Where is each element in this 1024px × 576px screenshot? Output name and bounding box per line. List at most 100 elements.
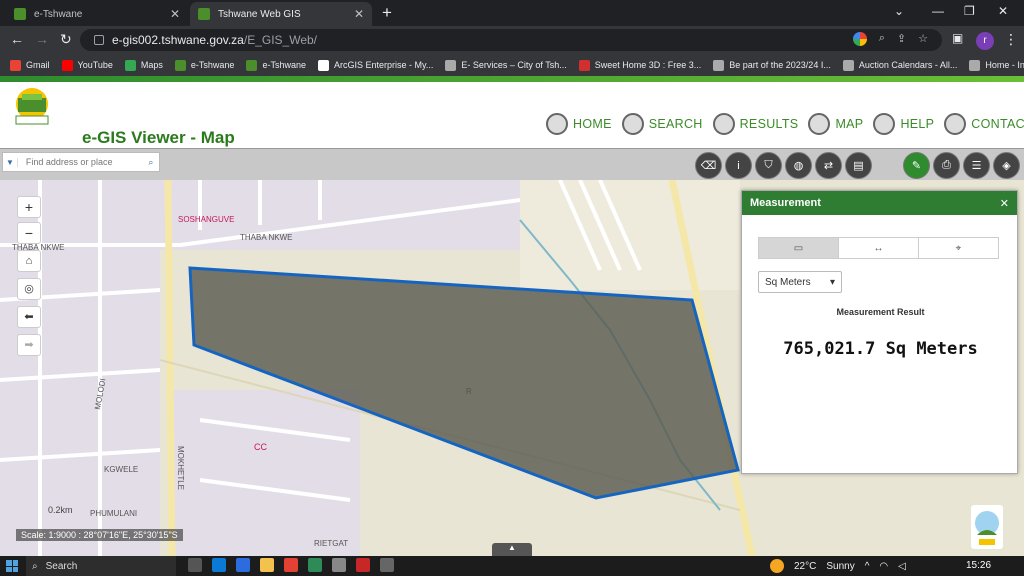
minimize-icon[interactable]: — [932, 4, 944, 18]
system-tray: 22°C Sunny ^ ◠ ◁ [770, 559, 906, 573]
bookmark-etshwane[interactable]: e-Tshwane [174, 59, 234, 71]
bookmark-auction[interactable]: Auction Calendars - All... [842, 59, 957, 71]
start-icon[interactable] [6, 560, 18, 572]
bookmark-bepart[interactable]: Be part of the 2023/24 I... [713, 59, 831, 71]
back-icon[interactable]: ← [10, 31, 24, 47]
taskbar-search[interactable]: ⌕ Search [26, 556, 176, 576]
legend-icon[interactable]: ☰ [963, 152, 990, 179]
browser-tab-webgis[interactable]: Tshwane Web GIS ✕ [190, 2, 372, 26]
close-window-icon[interactable]: ✕ [998, 4, 1008, 18]
home-extent-icon[interactable]: ⌂ [17, 250, 41, 272]
tray-chevron-icon[interactable]: ^ [865, 561, 870, 572]
new-tab-button[interactable]: + [382, 3, 392, 23]
attribute-table-icon[interactable]: ▤ [845, 152, 872, 179]
bookmarks-icon[interactable]: ⛉ [755, 152, 782, 179]
volume-icon[interactable]: ◁ [898, 561, 906, 572]
location-tool-icon[interactable]: ⌖ [919, 238, 998, 258]
basemap-gallery-icon[interactable]: ◍ [785, 152, 812, 179]
sunny-weather-icon [770, 559, 784, 573]
bookmark-maps[interactable]: Maps [124, 59, 163, 71]
sidebar-icon[interactable]: ▣ [952, 31, 963, 45]
print-icon[interactable]: ⎙ [933, 152, 960, 179]
nav-results[interactable]: RESULTS [712, 113, 799, 135]
profile-avatar[interactable]: r [976, 32, 994, 50]
maps-icon [124, 59, 136, 71]
edge-icon[interactable] [212, 558, 226, 572]
weather-desc[interactable]: Sunny [826, 561, 854, 572]
contact-icon [944, 113, 967, 135]
task-view-icon[interactable] [188, 558, 202, 572]
share-icon[interactable]: ⇪ [897, 32, 906, 46]
bookmark-arcgis[interactable]: ArcGIS Enterprise - My... [317, 59, 433, 71]
nav-home[interactable]: HOME [546, 113, 612, 135]
map-label-phumulani: PHUMULANI [90, 509, 137, 518]
zoom-out-button[interactable]: − [17, 222, 41, 244]
file-explorer-icon[interactable] [260, 558, 274, 572]
browser-tab-etshwane[interactable]: e-Tshwane ✕ [6, 2, 188, 26]
next-extent-icon[interactable]: ➡ [17, 334, 41, 356]
bookmark-youtube[interactable]: YouTube [61, 59, 113, 71]
close-tab-icon[interactable]: ✕ [354, 7, 364, 21]
bookmark-etshwane[interactable]: e-Tshwane [246, 59, 306, 71]
locate-icon[interactable]: ◎ [17, 278, 41, 300]
nav-map[interactable]: MAP [808, 113, 863, 135]
gmail-icon [10, 59, 21, 71]
address-search-input[interactable] [17, 153, 143, 171]
close-icon[interactable]: ✕ [1000, 197, 1009, 210]
unit-select[interactable]: Sq Meters ▾ [758, 271, 842, 293]
map-tools: ⌫ i ⛉ ◍ ⇄ ▤ [695, 152, 872, 179]
map-label-soshanguve: SOSHANGUVE [178, 215, 234, 224]
bookmark-star-icon[interactable]: ☆ [918, 32, 928, 46]
identify-icon[interactable]: i [725, 152, 752, 179]
search-source-dropdown-icon[interactable]: ▼ [3, 157, 18, 167]
google-lens-icon[interactable] [852, 32, 867, 46]
measurement-result: 765,021.7 Sq Meters [783, 339, 978, 359]
chevron-down-icon: ▾ [829, 276, 835, 288]
security-icon[interactable] [332, 558, 346, 572]
bookmark-investor[interactable]: Home - Investor Relatio... [969, 59, 1024, 71]
area-tool-icon[interactable]: ▭ [759, 238, 839, 258]
search-icon[interactable]: ⌕ [143, 157, 159, 168]
open-land [520, 180, 740, 290]
draw-pencil-icon[interactable]: ✎ [903, 152, 930, 179]
zoom-in-button[interactable]: + [17, 196, 41, 218]
tab-title: Tshwane Web GIS [218, 8, 301, 20]
results-icon [712, 113, 735, 135]
nav-contact[interactable]: CONTACT [944, 113, 1024, 135]
settings-icon[interactable] [380, 558, 394, 572]
wifi-icon[interactable]: ◠ [879, 561, 888, 572]
media-player-icon[interactable] [356, 558, 370, 572]
clock[interactable]: 15:26 [966, 560, 991, 571]
previous-extent-icon[interactable]: ⬅ [17, 306, 41, 328]
reload-icon[interactable]: ↻ [60, 31, 72, 48]
mail-icon[interactable] [236, 558, 250, 572]
tab-search-icon[interactable]: ⌄ [894, 4, 904, 18]
close-tab-icon[interactable]: ✕ [170, 7, 180, 21]
eraser-icon[interactable]: ⌫ [695, 152, 722, 179]
url-host: e-gis002.tshwane.gov.za [112, 33, 244, 47]
forward-icon[interactable]: → [35, 31, 49, 47]
bookmark-sweethome[interactable]: Sweet Home 3D : Free 3... [578, 59, 701, 71]
app-title: e-GIS Viewer - Map [82, 128, 235, 147]
expand-panel-button[interactable]: ▲ [492, 543, 532, 556]
swipe-icon[interactable]: ⇄ [815, 152, 842, 179]
map-label-rietgat: RIETGAT [314, 539, 348, 548]
distance-tool-icon[interactable]: ↔ [839, 238, 919, 258]
bookmark-gmail[interactable]: Gmail [10, 59, 50, 71]
nav-help[interactable]: HELP [873, 113, 934, 135]
menu-icon[interactable]: ⋮ [1004, 31, 1018, 48]
bookmark-eservices[interactable]: E- Services – City of Tsh... [445, 59, 567, 71]
sweethome-icon [578, 59, 590, 71]
browser-toolbar: ← → ↻ e-gis002.tshwane.gov.za /E_GIS_Web… [0, 26, 1024, 54]
nav-search[interactable]: SEARCH [621, 113, 703, 135]
restore-icon[interactable]: ❐ [964, 4, 975, 18]
address-bar[interactable]: e-gis002.tshwane.gov.za /E_GIS_Web/ ⌕ ⇪ … [80, 29, 942, 51]
excel-icon[interactable] [308, 558, 322, 572]
layers-icon[interactable]: ◈ [993, 152, 1020, 179]
weather-temp[interactable]: 22°C [794, 561, 816, 572]
help-icon [873, 113, 896, 135]
chrome-icon[interactable] [284, 558, 298, 572]
residential-area [170, 390, 360, 556]
zoom-icon[interactable]: ⌕ [879, 32, 885, 46]
lock-icon [94, 35, 104, 45]
